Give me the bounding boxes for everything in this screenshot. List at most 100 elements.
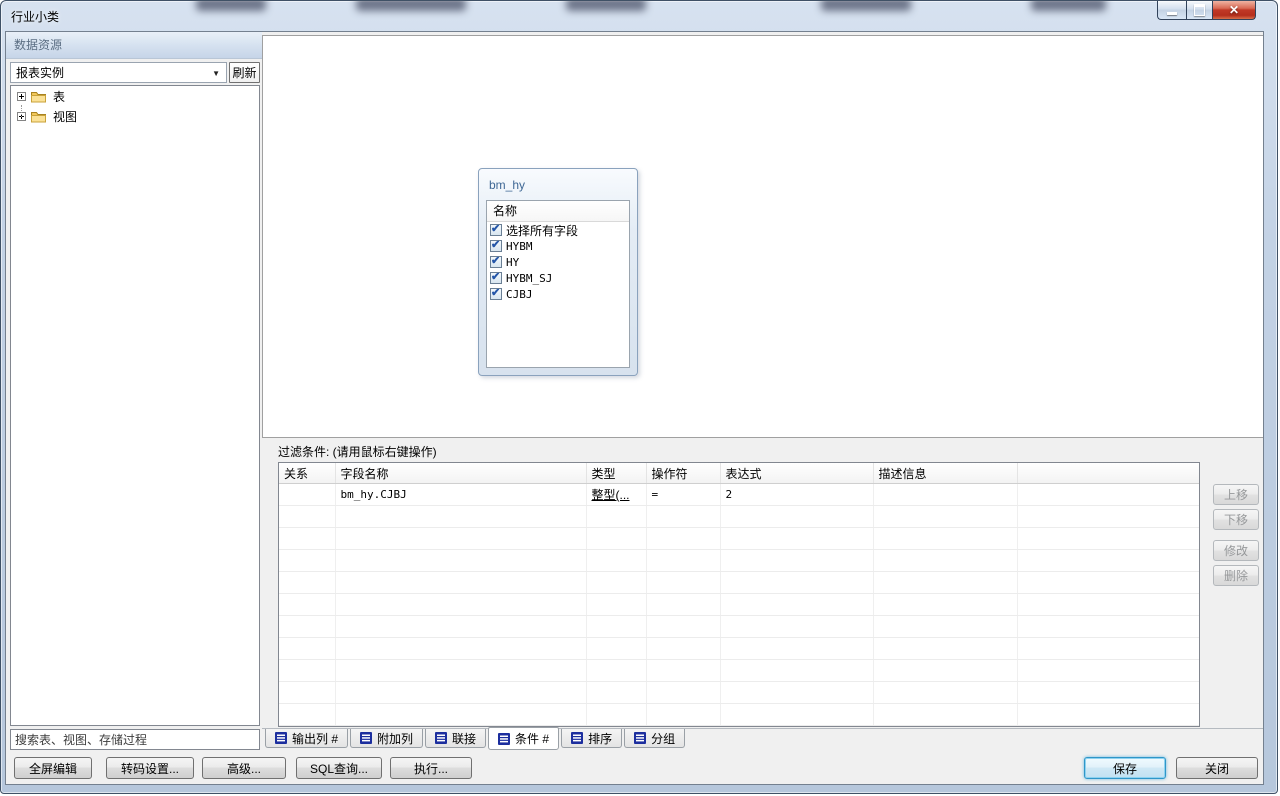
filter-empty-row[interactable] <box>279 594 1199 616</box>
filter-empty-row[interactable] <box>279 682 1199 704</box>
designer-canvas[interactable]: bm_hy 名称 ✔ 选择所有字段 ✔ HYBM <box>262 35 1263 438</box>
filter-condition-row[interactable]: bm_hy.CJBJ 整型(... = 2 <box>279 484 1199 506</box>
minimize-button[interactable] <box>1157 1 1186 20</box>
glass-reflection <box>1031 1 1106 11</box>
filter-empty-row[interactable] <box>279 616 1199 638</box>
advanced-button[interactable]: 高级... <box>202 757 286 779</box>
cell-description <box>873 484 1017 506</box>
filter-empty-row[interactable] <box>279 572 1199 594</box>
empty-cell <box>335 682 586 704</box>
table-field-panel[interactable]: bm_hy 名称 ✔ 选择所有字段 ✔ HYBM <box>478 168 638 376</box>
sql-query-button[interactable]: SQL查询... <box>296 757 382 779</box>
expand-plus-icon[interactable] <box>17 92 26 101</box>
check-icon: ✔ <box>491 254 500 268</box>
tab-conditions[interactable]: 条件 # <box>488 727 559 750</box>
condition-action-buttons: 上移 下移 修改 删除 <box>1213 484 1259 590</box>
tab-joins[interactable]: 联接 <box>425 729 486 748</box>
empty-cell <box>873 506 1017 528</box>
col-operator[interactable]: 操作符 <box>646 463 720 484</box>
field-checkbox[interactable]: ✔ <box>490 288 502 300</box>
tab-output-columns[interactable]: 输出列 # <box>265 729 348 748</box>
empty-cell <box>646 572 720 594</box>
modify-button[interactable]: 修改 <box>1213 540 1259 561</box>
col-description[interactable]: 描述信息 <box>873 463 1017 484</box>
filter-section-title: 过滤条件: (请用鼠标右键操作) <box>278 443 437 460</box>
empty-cell <box>646 660 720 682</box>
empty-cell <box>586 594 646 616</box>
tab-group[interactable]: 分组 <box>624 729 685 748</box>
empty-cell <box>335 660 586 682</box>
close-window-button[interactable]: ✕ <box>1213 1 1256 20</box>
empty-cell <box>586 682 646 704</box>
maximize-icon <box>1194 4 1205 16</box>
window-title: 行业小类 <box>11 8 59 25</box>
empty-cell <box>1017 594 1199 616</box>
check-icon: ✔ <box>491 222 500 236</box>
empty-cell <box>279 682 335 704</box>
col-relation[interactable]: 关系 <box>279 463 335 484</box>
tab-label: 排序 <box>588 730 612 747</box>
field-checkbox[interactable]: ✔ <box>490 224 502 236</box>
move-down-button[interactable]: 下移 <box>1213 509 1259 530</box>
cell-type[interactable]: 整型(... <box>586 484 646 506</box>
col-extra[interactable] <box>1017 463 1199 484</box>
empty-cell <box>646 506 720 528</box>
empty-cell <box>335 594 586 616</box>
refresh-button[interactable]: 刷新 <box>229 62 260 83</box>
field-label: HY <box>506 256 519 269</box>
cell-extra <box>1017 484 1199 506</box>
tree-item-tables[interactable]: 表 <box>11 86 259 106</box>
field-checkbox[interactable]: ✔ <box>490 272 502 284</box>
empty-cell <box>720 572 873 594</box>
filter-empty-row[interactable] <box>279 550 1199 572</box>
tree-item-label: 表 <box>51 88 65 105</box>
filter-condition-section: 过滤条件: (请用鼠标右键操作) 关系 字段名称 类 <box>262 438 1263 728</box>
empty-cell <box>720 594 873 616</box>
empty-cell <box>335 572 586 594</box>
query-designer-main: bm_hy 名称 ✔ 选择所有字段 ✔ HYBM <box>262 32 1263 752</box>
field-row: ✔ CJBJ <box>487 286 629 302</box>
filter-empty-row[interactable] <box>279 506 1199 528</box>
empty-cell <box>720 616 873 638</box>
field-label: HYBM <box>506 240 533 253</box>
empty-cell <box>720 528 873 550</box>
empty-cell <box>279 660 335 682</box>
filter-empty-row[interactable] <box>279 528 1199 550</box>
datasource-select[interactable]: 报表实例 ▼ <box>10 62 227 83</box>
empty-cell <box>873 638 1017 660</box>
filter-empty-row[interactable] <box>279 660 1199 682</box>
empty-cell <box>335 638 586 660</box>
empty-cell <box>279 528 335 550</box>
execute-button[interactable]: 执行... <box>390 757 472 779</box>
field-row: ✔ 选择所有字段 <box>487 222 629 238</box>
datasource-tree[interactable]: 表 视图 <box>10 85 260 726</box>
close-icon: ✕ <box>1229 4 1239 16</box>
empty-cell <box>279 594 335 616</box>
check-icon: ✔ <box>491 270 500 284</box>
col-expression[interactable]: 表达式 <box>720 463 873 484</box>
tree-item-views[interactable]: 视图 <box>11 106 259 126</box>
maximize-button[interactable] <box>1186 1 1213 20</box>
col-type[interactable]: 类型 <box>586 463 646 484</box>
close-button[interactable]: 关闭 <box>1176 757 1258 779</box>
field-checkbox[interactable]: ✔ <box>490 240 502 252</box>
list-icon <box>634 732 646 744</box>
save-button[interactable]: 保存 <box>1084 757 1166 779</box>
fullscreen-edit-button[interactable]: 全屏编辑 <box>14 757 92 779</box>
tab-extra-columns[interactable]: 附加列 <box>350 729 423 748</box>
glass-reflection <box>196 1 266 11</box>
folder-icon <box>30 90 47 103</box>
col-field-name[interactable]: 字段名称 <box>335 463 586 484</box>
search-input[interactable] <box>10 729 260 750</box>
transcode-settings-button[interactable]: 转码设置... <box>106 757 194 779</box>
move-up-button[interactable]: 上移 <box>1213 484 1259 505</box>
tab-sort[interactable]: 排序 <box>561 729 622 748</box>
title-bar[interactable]: 行业小类 ✕ <box>1 1 1277 31</box>
filter-empty-row[interactable] <box>279 638 1199 660</box>
filter-table[interactable]: 关系 字段名称 类型 操作符 表达式 描述信息 <box>278 462 1200 727</box>
delete-button[interactable]: 删除 <box>1213 565 1259 586</box>
filter-empty-row[interactable] <box>279 704 1199 726</box>
field-checkbox[interactable]: ✔ <box>490 256 502 268</box>
empty-cell <box>335 550 586 572</box>
empty-cell <box>720 638 873 660</box>
